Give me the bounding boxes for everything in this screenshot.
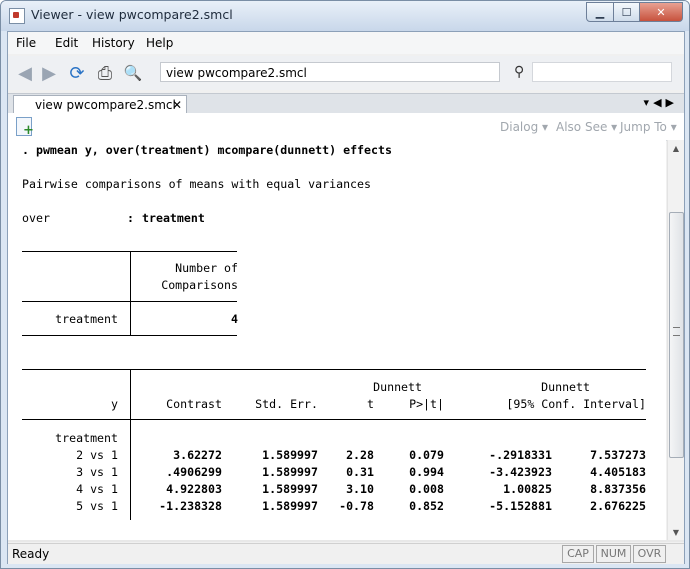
viewer-subtoolbar: Dialog ▾ Also See ▾ Jump To ▾	[8, 113, 684, 141]
row-t: 0.31	[346, 465, 374, 479]
search-icon[interactable]: ⚲	[514, 64, 524, 80]
col-t-header: t	[367, 397, 374, 411]
command-line: . pwmean y, over(treatment) mcompare(dun…	[22, 143, 392, 157]
maximize-button[interactable]: ☐	[614, 2, 640, 22]
jump-to-dropdown[interactable]: Jump To ▾	[620, 120, 677, 134]
results-group-label: treatment	[55, 431, 118, 445]
results-divider	[130, 369, 131, 520]
scroll-up-icon[interactable]: ▲	[668, 140, 684, 156]
tab-close-icon[interactable]: ✕	[172, 96, 182, 114]
status-text: Ready	[12, 547, 50, 561]
row-ci-low: -3.423923	[489, 465, 552, 479]
tab-scroll-arrows[interactable]: ▾◀▶	[644, 96, 678, 109]
cmp-row-value: 4	[231, 312, 238, 326]
row-ci-high: 7.537273	[590, 448, 646, 462]
row-t: 3.10	[346, 482, 374, 496]
row-se: 1.589997	[262, 465, 318, 479]
ovr-indicator: OVR	[633, 545, 666, 563]
cmp-table-divider	[130, 251, 131, 335]
row-contrast: .4906299	[166, 465, 222, 479]
col-contrast-header: Contrast	[166, 397, 222, 411]
cmp-table-bottom-rule	[22, 335, 237, 336]
menu-edit[interactable]: Edit	[55, 36, 78, 50]
vertical-scrollbar[interactable]: ▲ ▼	[667, 140, 684, 540]
horizontal-scroll-track	[8, 540, 684, 542]
app-icon	[9, 8, 25, 24]
find-input[interactable]	[532, 62, 672, 82]
tab-view-pwcompare2[interactable]: view pwcompare2.smcl ✕	[13, 95, 187, 114]
row-label: 3 vs 1	[76, 465, 118, 479]
row-ci-low: -.2918331	[489, 448, 552, 462]
scroll-down-icon[interactable]: ▼	[668, 524, 684, 540]
back-arrow-icon[interactable]: ◀	[14, 62, 36, 84]
num-indicator: NUM	[596, 545, 631, 563]
row-ci-high: 2.676225	[590, 499, 646, 513]
col-se-header: Std. Err.	[255, 397, 318, 411]
menu-help[interactable]: Help	[146, 36, 173, 50]
results-top-rule	[22, 369, 646, 370]
cmp-header-2: Comparisons	[161, 278, 238, 292]
row-ci-high: 8.837356	[590, 482, 646, 496]
minimize-button[interactable]: ▁	[586, 2, 614, 22]
row-se: 1.589997	[262, 448, 318, 462]
menu-file[interactable]: File	[16, 36, 36, 50]
row-t: 2.28	[346, 448, 374, 462]
row-contrast: -1.238328	[159, 499, 222, 513]
row-se: 1.589997	[262, 499, 318, 513]
window-title: Viewer - view pwcompare2.smcl	[31, 7, 233, 22]
caps-indicator: CAP	[562, 545, 594, 563]
row-p: 0.079	[409, 448, 444, 462]
tab-label: view pwcompare2.smcl	[35, 98, 176, 112]
close-button[interactable]: ✕	[640, 2, 683, 22]
over-value: treatment	[142, 211, 205, 225]
dialog-dropdown[interactable]: Dialog ▾	[500, 120, 548, 134]
refresh-icon[interactable]: ⟳	[66, 62, 88, 84]
new-viewer-tab-icon[interactable]	[16, 117, 34, 138]
viewer-window: Viewer - view pwcompare2.smcl ▁ ☐ ✕ File…	[0, 0, 690, 569]
output-heading: Pairwise comparisons of means with equal…	[22, 177, 372, 191]
grip-icon	[673, 327, 680, 336]
row-label: 5 vs 1	[76, 499, 118, 513]
cmp-header-1: Number of	[175, 261, 238, 275]
forward-arrow-icon[interactable]: ▶	[38, 62, 60, 84]
cmp-table-mid-rule	[22, 301, 237, 302]
row-label: 4 vs 1	[76, 482, 118, 496]
command-address-input[interactable]: view pwcompare2.smcl	[160, 62, 500, 82]
row-contrast: 4.922803	[166, 482, 222, 496]
tab-strip: view pwcompare2.smcl ✕ ▾◀▶	[8, 93, 684, 114]
title-bar: Viewer - view pwcompare2.smcl ▁ ☐ ✕	[1, 1, 689, 31]
dunnett-t-header: Dunnett	[373, 380, 422, 394]
scroll-thumb[interactable]	[669, 212, 684, 458]
row-p: 0.852	[409, 499, 444, 513]
row-ci-high: 4.405183	[590, 465, 646, 479]
find-in-page-icon[interactable]: 🔍	[122, 62, 144, 84]
viewer-client: File Edit History Help ◀ ▶ ⟳ ⎙ 🔍 view pw…	[7, 31, 685, 564]
also-see-dropdown[interactable]: Also See ▾	[556, 120, 617, 134]
row-t: -0.78	[339, 499, 374, 513]
cmp-row-label: treatment	[55, 312, 118, 326]
row-p: 0.008	[409, 482, 444, 496]
print-icon[interactable]: ⎙	[94, 62, 116, 84]
row-ci-low: 1.00825	[503, 482, 552, 496]
results-mid-rule	[22, 419, 646, 420]
col-p-header: P>|t|	[409, 397, 444, 411]
row-label: 2 vs 1	[76, 448, 118, 462]
status-bar: Ready CAP NUM OVR	[8, 543, 684, 564]
dunnett-ci-header: Dunnett	[541, 380, 590, 394]
col-y-header: y	[111, 397, 118, 411]
over-sep: :	[127, 211, 134, 225]
row-p: 0.994	[409, 465, 444, 479]
row-ci-low: -5.152881	[489, 499, 552, 513]
results-content: . pwmean y, over(treatment) mcompare(dun…	[8, 140, 666, 540]
over-label: over	[22, 211, 50, 225]
row-contrast: 3.62272	[173, 448, 222, 462]
col-ci-header: [95% Conf. Interval]	[506, 397, 646, 411]
row-se: 1.589997	[262, 482, 318, 496]
menu-bar: File Edit History Help	[8, 32, 684, 54]
menu-history[interactable]: History	[92, 36, 135, 50]
